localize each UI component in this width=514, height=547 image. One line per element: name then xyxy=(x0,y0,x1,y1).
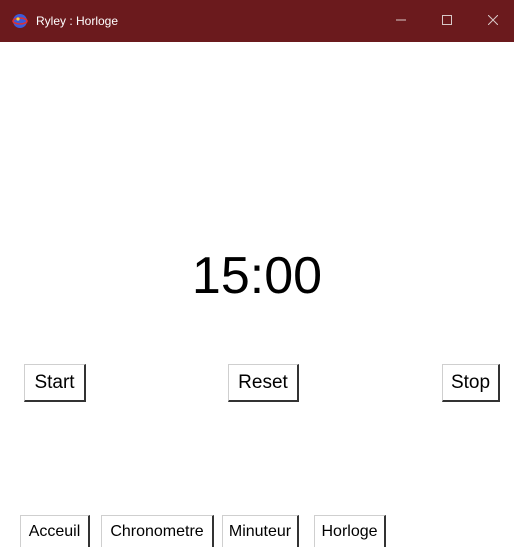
minimize-button[interactable] xyxy=(378,0,424,42)
title-bar[interactable]: Ryley : Horloge xyxy=(0,0,514,42)
close-button[interactable] xyxy=(470,0,514,42)
reset-button[interactable]: Reset xyxy=(228,364,299,402)
start-button[interactable]: Start xyxy=(24,364,86,402)
nav-minuteur-button[interactable]: Minuteur xyxy=(222,515,299,547)
minimize-icon xyxy=(396,12,406,30)
nav-horloge-button[interactable]: Horloge xyxy=(314,515,386,547)
nav-acceuil-button[interactable]: Acceuil xyxy=(20,515,90,547)
nav-chronometre-button[interactable]: Chronometre xyxy=(101,515,214,547)
timer-display: 15:00 xyxy=(191,247,323,305)
stop-button[interactable]: Stop xyxy=(442,364,500,402)
window-title: Ryley : Horloge xyxy=(36,14,119,28)
maximize-icon xyxy=(442,12,452,30)
close-icon xyxy=(487,12,499,30)
app-globe-icon xyxy=(12,13,28,29)
app-window: Ryley : Horloge 15:00 Start Reset Stop A… xyxy=(0,0,514,547)
maximize-button[interactable] xyxy=(424,0,470,42)
